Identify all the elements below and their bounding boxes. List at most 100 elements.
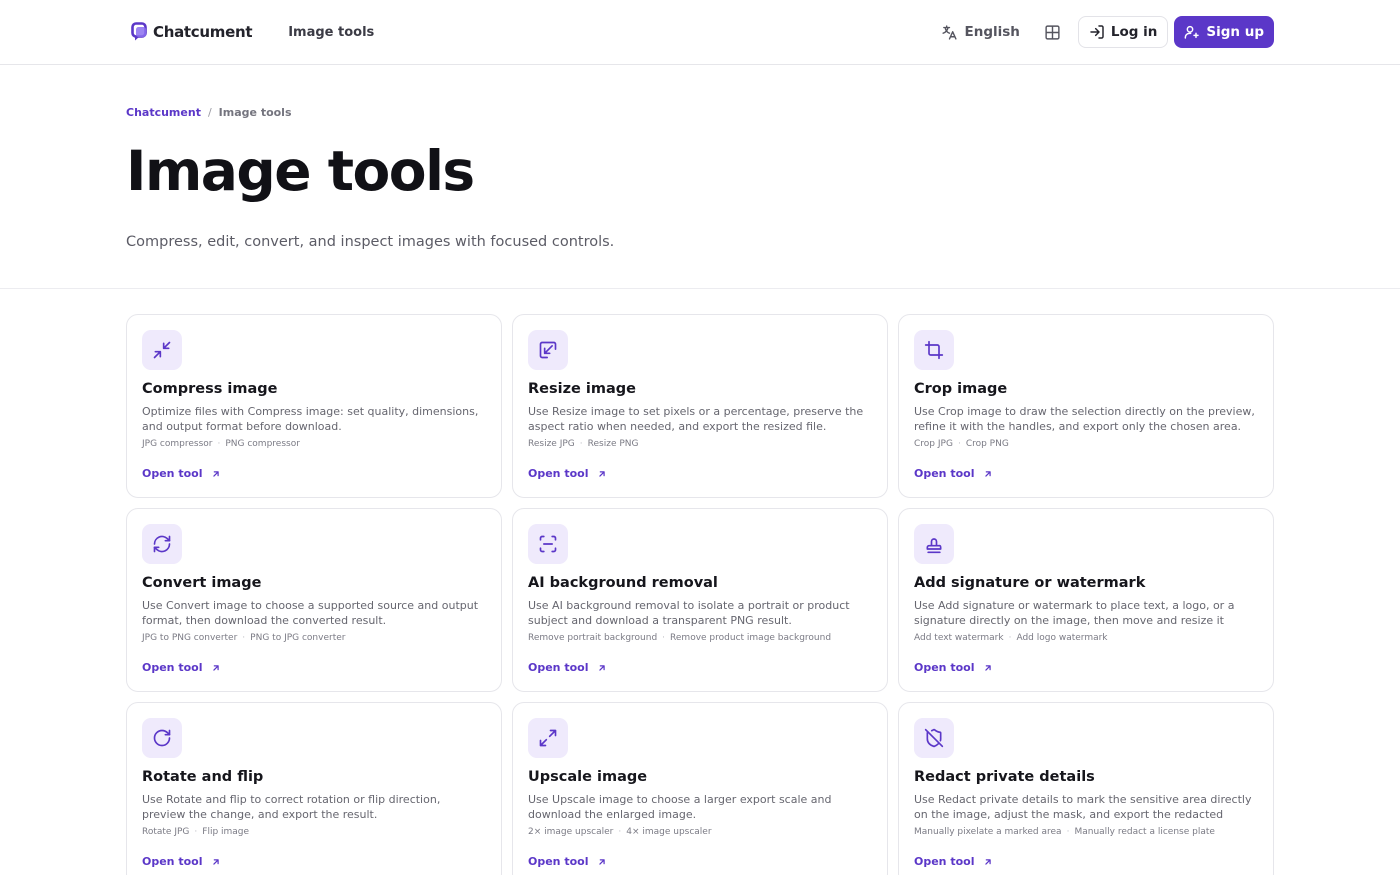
open-tool-link[interactable]: Open tool <box>142 661 221 674</box>
tag[interactable]: PNG compressor <box>225 439 300 449</box>
tag-dot: · <box>217 439 221 449</box>
tool-card-rotate-flip[interactable]: Rotate and flip Use Rotate and flip to c… <box>126 702 502 875</box>
tool-card-redact[interactable]: Redact private details Use Redact privat… <box>898 702 1274 875</box>
arrow-up-right-icon <box>211 857 221 867</box>
rotate-icon <box>142 718 182 758</box>
open-tool-link[interactable]: Open tool <box>142 855 221 868</box>
open-tool-link[interactable]: Open tool <box>914 661 993 674</box>
card-tags: Add text watermark · Add logo watermark <box>914 633 1258 643</box>
arrow-up-right-icon <box>597 857 607 867</box>
tag-dot: · <box>662 633 666 643</box>
signup-label: Sign up <box>1206 24 1264 40</box>
apps-grid-button[interactable] <box>1042 21 1064 43</box>
open-tool-label: Open tool <box>914 661 975 674</box>
breadcrumb: Chatcument / Image tools <box>126 106 1274 119</box>
open-tool-link[interactable]: Open tool <box>914 855 993 868</box>
arrow-up-right-icon <box>597 663 607 673</box>
user-plus-icon <box>1184 24 1200 40</box>
tool-card-compress[interactable]: Compress image Optimize files with Compr… <box>126 314 502 498</box>
card-title: Upscale image <box>528 769 648 785</box>
open-tool-label: Open tool <box>142 467 203 480</box>
tag-dot: · <box>618 827 622 837</box>
language-label: English <box>964 24 1020 40</box>
breadcrumb-root[interactable]: Chatcument <box>126 106 201 119</box>
tag[interactable]: Rotate JPG <box>142 827 189 837</box>
tag[interactable]: Manually redact a license plate <box>1074 827 1214 837</box>
tag[interactable]: Crop PNG <box>966 439 1009 449</box>
open-tool-link[interactable]: Open tool <box>528 855 607 868</box>
login-icon <box>1089 24 1105 40</box>
breadcrumb-current: Image tools <box>218 106 292 119</box>
card-description: Use Rotate and flip to correct rotation … <box>142 793 441 821</box>
open-tool-label: Open tool <box>528 467 589 480</box>
tool-card-crop[interactable]: Crop image Use Crop image to draw the se… <box>898 314 1274 498</box>
card-description: Use Convert image to choose a supported … <box>142 599 479 627</box>
card-tags: Rotate JPG · Flip image <box>142 827 486 837</box>
card-tags: 2× image upscaler · 4× image upscaler <box>528 827 872 837</box>
tag[interactable]: JPG to PNG converter <box>142 633 237 643</box>
tag[interactable]: Remove portrait background <box>528 633 657 643</box>
open-tool-label: Open tool <box>914 855 975 868</box>
card-title: Convert image <box>142 575 262 591</box>
tag[interactable]: 4× image upscaler <box>626 827 711 837</box>
tag[interactable]: Add logo watermark <box>1016 633 1107 643</box>
card-title: Rotate and flip <box>142 769 264 785</box>
tag[interactable]: JPG compressor <box>142 439 212 449</box>
tag[interactable]: Resize PNG <box>588 439 639 449</box>
open-tool-link[interactable]: Open tool <box>142 467 221 480</box>
translate-icon <box>941 24 958 41</box>
card-description: Use Redact private details to mark the s… <box>914 793 1252 821</box>
open-tool-link[interactable]: Open tool <box>528 467 607 480</box>
login-button[interactable]: Log in <box>1077 16 1169 48</box>
convert-icon <box>142 524 182 564</box>
card-tags: Remove portrait background · Remove prod… <box>528 633 872 643</box>
tool-card-convert[interactable]: Convert image Use Convert image to choos… <box>126 508 502 692</box>
header-actions: English Log in Sign up <box>941 16 1274 48</box>
arrow-up-right-icon <box>211 469 221 479</box>
card-title: Add signature or watermark <box>914 575 1146 591</box>
login-label: Log in <box>1110 24 1158 40</box>
open-tool-label: Open tool <box>528 855 589 868</box>
card-tags: Resize JPG · Resize PNG <box>528 439 872 449</box>
tag-dot: · <box>194 827 198 837</box>
tag[interactable]: PNG to JPG converter <box>250 633 345 643</box>
tool-card-watermark[interactable]: Add signature or watermark Use Add signa… <box>898 508 1274 692</box>
chat-logo-icon <box>131 22 149 42</box>
card-tags: Crop JPG · Crop PNG <box>914 439 1258 449</box>
arrow-up-right-icon <box>983 857 993 867</box>
tool-card-resize[interactable]: Resize image Use Resize image to set pix… <box>512 314 888 498</box>
tag[interactable]: Add text watermark <box>914 633 1004 643</box>
card-tags: JPG to PNG converter · PNG to JPG conver… <box>142 633 486 643</box>
nav-image-tools[interactable]: Image tools <box>288 25 374 40</box>
breadcrumb-separator: / <box>207 106 212 119</box>
tool-card-upscale[interactable]: Upscale image Use Upscale image to choos… <box>512 702 888 875</box>
tag-dot: · <box>1008 633 1012 643</box>
tag[interactable]: Remove product image background <box>670 633 831 643</box>
grid-icon <box>1044 24 1061 41</box>
open-tool-link[interactable]: Open tool <box>528 661 607 674</box>
tool-card-background-removal[interactable]: AI background removal Use AI background … <box>512 508 888 692</box>
open-tool-link[interactable]: Open tool <box>914 467 993 480</box>
signup-button[interactable]: Sign up <box>1174 16 1274 48</box>
card-tags: JPG compressor · PNG compressor <box>142 439 486 449</box>
stamp-icon <box>914 524 954 564</box>
tag[interactable]: Crop JPG <box>914 439 953 449</box>
card-description: Use Resize image to set pixels or a perc… <box>528 405 864 433</box>
card-description: Use AI background removal to isolate a p… <box>528 599 850 627</box>
hero-section: Chatcument / Image tools Image tools Com… <box>0 65 1400 289</box>
crop-icon <box>914 330 954 370</box>
card-title: Crop image <box>914 381 1008 397</box>
tag[interactable]: Resize JPG <box>528 439 575 449</box>
tag[interactable]: Flip image <box>202 827 249 837</box>
brand-logo[interactable]: Chatcument <box>131 22 253 42</box>
tag[interactable]: Manually pixelate a marked area <box>914 827 1062 837</box>
card-title: AI background removal <box>528 575 718 591</box>
open-tool-label: Open tool <box>142 855 203 868</box>
tool-card-grid: Compress image Optimize files with Compr… <box>126 314 1274 875</box>
upscale-icon <box>528 718 568 758</box>
card-description: Optimize files with Compress image: set … <box>142 405 479 433</box>
card-title: Redact private details <box>914 769 1095 785</box>
card-description: Use Crop image to draw the selection dir… <box>914 405 1255 433</box>
tag[interactable]: 2× image upscaler <box>528 827 613 837</box>
language-selector[interactable]: English <box>941 24 1020 41</box>
